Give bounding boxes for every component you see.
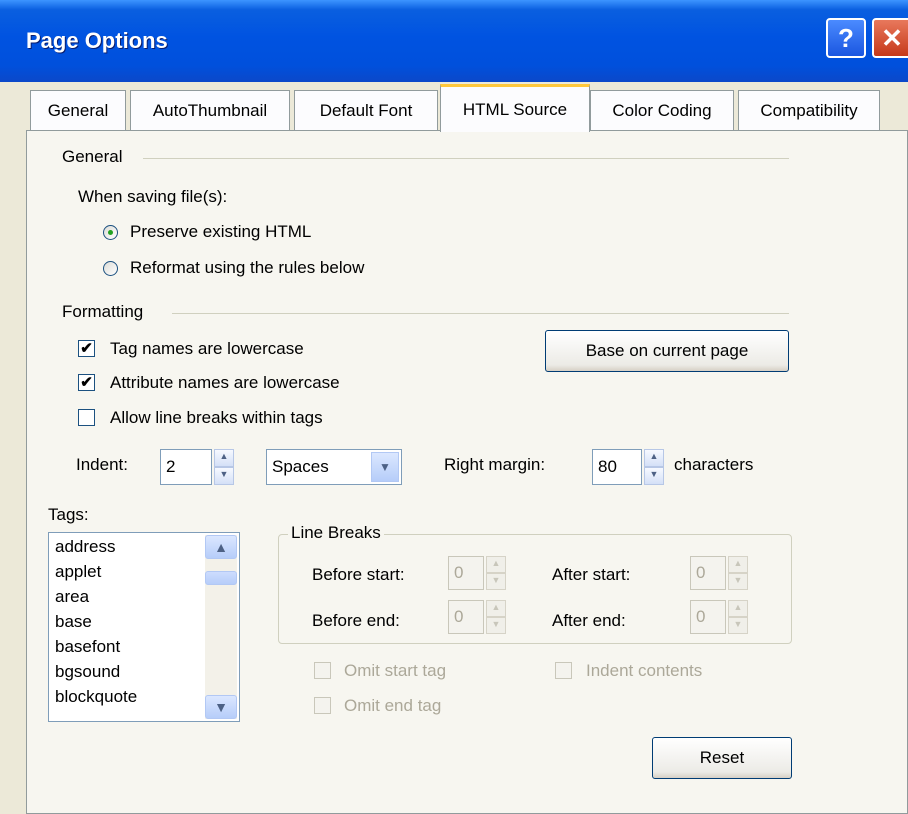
formatting-group-label: Formatting: [62, 302, 144, 321]
scroll-thumb[interactable]: [205, 571, 237, 585]
before-start-spinner[interactable]: ▲ ▼: [486, 556, 506, 590]
after-start-input[interactable]: 0: [690, 556, 726, 590]
spin-up-icon[interactable]: ▲: [486, 556, 506, 573]
list-item[interactable]: area: [55, 587, 89, 607]
line-breaks-group-label: Line Breaks: [288, 523, 384, 543]
list-item[interactable]: base: [55, 612, 92, 632]
right-margin-spinner[interactable]: ▲ ▼: [644, 449, 664, 485]
list-item[interactable]: applet: [55, 562, 101, 582]
spin-down-icon[interactable]: ▼: [728, 617, 748, 634]
spin-down-icon[interactable]: ▼: [486, 617, 506, 634]
omit-end-checkbox[interactable]: [314, 697, 331, 714]
indent-contents-checkbox[interactable]: [555, 662, 572, 679]
list-item[interactable]: basefont: [55, 637, 120, 657]
before-start-input[interactable]: 0: [448, 556, 484, 590]
indent-unit-value: Spaces: [272, 457, 329, 476]
line-breaks-tags-label[interactable]: Allow line breaks within tags: [110, 408, 323, 428]
tags-scrollbar[interactable]: ▲ ▼: [205, 535, 237, 719]
when-saving-label: When saving file(s):: [78, 187, 228, 206]
tag-lowercase-checkbox[interactable]: ✔: [78, 340, 95, 357]
list-item[interactable]: blockquote: [55, 687, 137, 707]
characters-label: characters: [674, 455, 754, 474]
before-end-spinner[interactable]: ▲ ▼: [486, 600, 506, 634]
formatting-divider: [172, 313, 789, 314]
spin-down-icon[interactable]: ▼: [214, 467, 234, 485]
after-start-label: After start:: [552, 565, 631, 584]
spin-up-icon[interactable]: ▲: [644, 449, 664, 467]
omit-start-label[interactable]: Omit start tag: [344, 661, 446, 681]
after-end-spinner[interactable]: ▲ ▼: [728, 600, 748, 634]
right-margin-label: Right margin:: [444, 455, 546, 474]
indent-input[interactable]: 2: [160, 449, 212, 485]
line-breaks-tags-checkbox[interactable]: [78, 409, 95, 426]
spin-down-icon[interactable]: ▼: [644, 467, 664, 485]
indent-label: Indent:: [76, 455, 128, 474]
reformat-label[interactable]: Reformat using the rules below: [130, 258, 364, 278]
omit-end-label[interactable]: Omit end tag: [344, 696, 441, 716]
indent-spinner[interactable]: ▲ ▼: [214, 449, 234, 485]
after-end-label: After end:: [552, 611, 626, 630]
before-end-label: Before end:: [312, 611, 400, 630]
attr-lowercase-label[interactable]: Attribute names are lowercase: [110, 373, 340, 393]
general-group-label: General: [62, 147, 123, 166]
scroll-down-icon[interactable]: ▼: [205, 695, 237, 719]
before-start-label: Before start:: [312, 565, 405, 584]
reset-button[interactable]: Reset: [652, 737, 792, 779]
after-end-input[interactable]: 0: [690, 600, 726, 634]
attr-lowercase-checkbox[interactable]: ✔: [78, 374, 95, 391]
spin-up-icon[interactable]: ▲: [486, 600, 506, 617]
before-end-input[interactable]: 0: [448, 600, 484, 634]
spin-up-icon[interactable]: ▲: [214, 449, 234, 467]
list-item[interactable]: address: [55, 537, 115, 557]
spin-up-icon[interactable]: ▲: [728, 600, 748, 617]
base-on-current-page-button[interactable]: Base on current page: [545, 330, 789, 372]
omit-start-checkbox[interactable]: [314, 662, 331, 679]
spin-up-icon[interactable]: ▲: [728, 556, 748, 573]
preserve-html-label[interactable]: Preserve existing HTML: [130, 222, 311, 242]
after-start-spinner[interactable]: ▲ ▼: [728, 556, 748, 590]
spin-down-icon[interactable]: ▼: [728, 573, 748, 590]
general-divider: [143, 158, 789, 159]
preserve-html-radio[interactable]: [103, 225, 118, 240]
dropdown-arrow-icon[interactable]: ▼: [371, 452, 399, 482]
list-item[interactable]: bgsound: [55, 662, 120, 682]
right-margin-input[interactable]: 80: [592, 449, 642, 485]
tags-label: Tags:: [48, 505, 89, 524]
indent-unit-select[interactable]: Spaces ▼: [266, 449, 402, 485]
scroll-up-icon[interactable]: ▲: [205, 535, 237, 559]
spin-down-icon[interactable]: ▼: [486, 573, 506, 590]
indent-contents-label[interactable]: Indent contents: [586, 661, 702, 681]
reformat-radio[interactable]: [103, 261, 118, 276]
tag-lowercase-label[interactable]: Tag names are lowercase: [110, 339, 304, 359]
